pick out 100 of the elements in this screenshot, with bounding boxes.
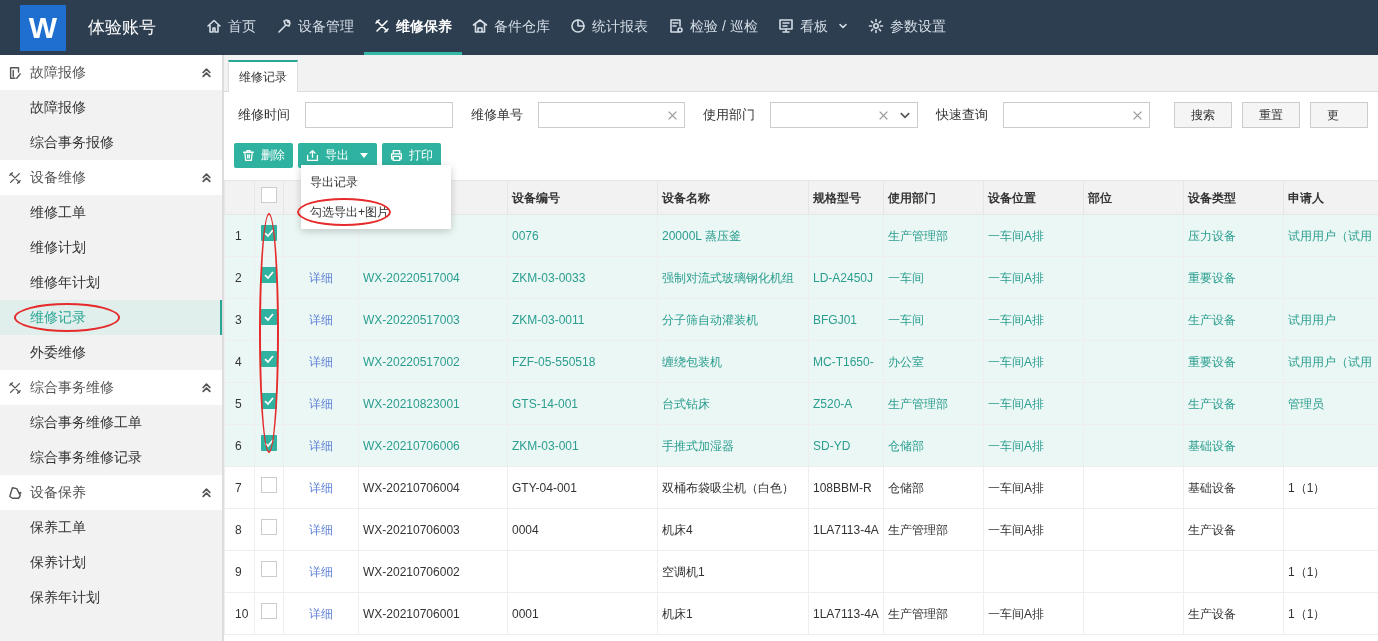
clear-icon	[1132, 109, 1143, 121]
checkbox[interactable]	[261, 186, 277, 203]
table-cell: 基础设备	[1188, 438, 1236, 453]
sidebar-item[interactable]: 保养工单	[0, 510, 222, 545]
table-cell: 生产管理部	[888, 522, 948, 537]
nav-tab[interactable]: 统计报表	[560, 0, 658, 55]
sidebar-item[interactable]: 维修计划	[0, 230, 222, 265]
column-header: 申请人	[1288, 190, 1324, 205]
table-cell: ZKM-03-001	[512, 438, 579, 453]
filter-label: 维修单号	[470, 106, 523, 125]
table-cell: WX-20220517004	[363, 270, 460, 285]
checkbox[interactable]	[261, 435, 277, 451]
table-cell: 0001	[512, 606, 539, 621]
detail-link[interactable]: 详细	[309, 564, 333, 579]
table-cell: BFGJ01	[813, 312, 857, 327]
input-field[interactable]	[770, 102, 918, 128]
column-header: 设备类型	[1188, 190, 1236, 205]
checkbox[interactable]	[261, 309, 277, 325]
filter-button[interactable]: 更	[1310, 102, 1368, 128]
table-cell: 试用用户	[1288, 312, 1336, 327]
detail-link[interactable]: 详细	[309, 606, 333, 621]
sidebar-group-header[interactable]: 综合事务维修	[0, 370, 222, 405]
home-icon	[206, 18, 222, 34]
filter-button[interactable]: 重置	[1242, 102, 1300, 128]
sidebar-item[interactable]: 维修年计划	[0, 265, 222, 300]
detail-link[interactable]: 详细	[309, 438, 333, 453]
checkbox[interactable]	[261, 351, 277, 367]
document-icon	[668, 18, 684, 34]
table-cell: 重要设备	[1188, 354, 1236, 369]
table-cell: ZKM-03-0011	[512, 312, 585, 327]
table-cell: 管理员	[1288, 396, 1324, 411]
table-cell: 试用用户（试用	[1288, 228, 1372, 243]
table-cell: GTS-14-001	[512, 396, 579, 411]
sidebar-item[interactable]: 综合事务报修	[0, 125, 222, 160]
table-cell: 缠绕包装机	[662, 354, 722, 369]
sidebar-item[interactable]: 保养计划	[0, 545, 222, 580]
table-cell: 空调机1	[662, 564, 705, 579]
nav-tab[interactable]: 参数设置	[857, 0, 956, 55]
checkbox[interactable]	[261, 519, 277, 535]
table-cell: 108BBM-R	[813, 480, 872, 495]
menu-item[interactable]: 导出记录	[301, 167, 451, 197]
tools-icon	[374, 18, 390, 34]
table-cell: SD-YD	[813, 438, 851, 453]
gear-icon	[867, 18, 884, 34]
table-cell: 台式钻床	[662, 396, 710, 411]
warehouse-icon	[472, 18, 488, 34]
table-cell: 重要设备	[1188, 270, 1236, 285]
table-cell: 强制对流式玻璃钢化机组	[662, 270, 794, 285]
detail-link[interactable]: 详细	[309, 396, 333, 411]
table-cell: WX-20220517003	[363, 312, 460, 327]
input-field[interactable]	[537, 102, 685, 128]
input-field[interactable]	[1002, 102, 1150, 128]
sidebar-item[interactable]: 故障报修	[0, 90, 222, 125]
sidebar-item[interactable]: 外委维修	[0, 335, 222, 370]
table-cell: 1LA7113-4A	[813, 522, 879, 537]
detail-link[interactable]: 详细	[309, 480, 333, 495]
tab[interactable]: 维修记录	[228, 60, 298, 92]
nav-tab[interactable]: 设备管理	[266, 0, 364, 55]
table-cell: 1LA7113-4A	[813, 606, 879, 621]
row-number: 3	[234, 312, 242, 327]
nav-tab[interactable]: 看板	[767, 0, 858, 55]
table-cell: 一车间	[888, 312, 924, 327]
row-number: 9	[234, 564, 242, 579]
table-cell: 0004	[512, 522, 539, 537]
detail-link[interactable]: 详细	[309, 270, 333, 285]
detail-link[interactable]: 详细	[309, 522, 333, 537]
sidebar-group-header[interactable]: 设备保养	[0, 475, 222, 510]
checkbox[interactable]	[261, 225, 277, 241]
table-cell: GTY-04-001	[512, 480, 577, 495]
nav-tab[interactable]: 检验 / 巡检	[658, 0, 768, 55]
row-number: 5	[234, 396, 242, 411]
table-cell: 仓储部	[888, 480, 924, 495]
input-field[interactable]	[305, 102, 453, 128]
table-cell: LD-A2450J	[813, 270, 874, 285]
checkbox[interactable]	[261, 267, 277, 283]
table-cell: 机床1	[662, 606, 693, 621]
table-cell: WX-20220517002	[363, 354, 460, 369]
filter-label: 维修时间	[238, 106, 290, 125]
tools-icon	[8, 380, 22, 395]
detail-link[interactable]: 详细	[309, 312, 333, 327]
sidebar-group-header[interactable]: 故障报修	[0, 55, 222, 90]
menu-item[interactable]: 勾选导出+图片	[301, 197, 451, 227]
sidebar-item[interactable]: 维修工单	[0, 195, 222, 230]
checkbox[interactable]	[261, 393, 277, 409]
sidebar-item[interactable]: 综合事务维修记录	[0, 440, 222, 475]
nav-tab[interactable]: 备件仓库	[462, 0, 560, 55]
table-cell: MC-T1650-	[813, 354, 874, 369]
table-cell: 生产管理部	[888, 396, 948, 411]
row-number: 1	[234, 228, 242, 243]
filter-button[interactable]: 搜索	[1174, 102, 1232, 128]
table-cell: WX-20210706002	[363, 564, 460, 579]
table-cell: 一车间A排	[988, 228, 1044, 243]
checkbox[interactable]	[261, 477, 277, 493]
sidebar-item[interactable]: 保养年计划	[0, 580, 222, 615]
checkbox[interactable]	[261, 561, 277, 577]
nav-tab[interactable]: 首页	[196, 0, 266, 55]
sidebar-item[interactable]: 综合事务维修工单	[0, 405, 222, 440]
sidebar-group-header[interactable]: 设备维修	[0, 160, 222, 195]
detail-link[interactable]: 详细	[309, 354, 333, 369]
checkbox[interactable]	[261, 603, 277, 619]
